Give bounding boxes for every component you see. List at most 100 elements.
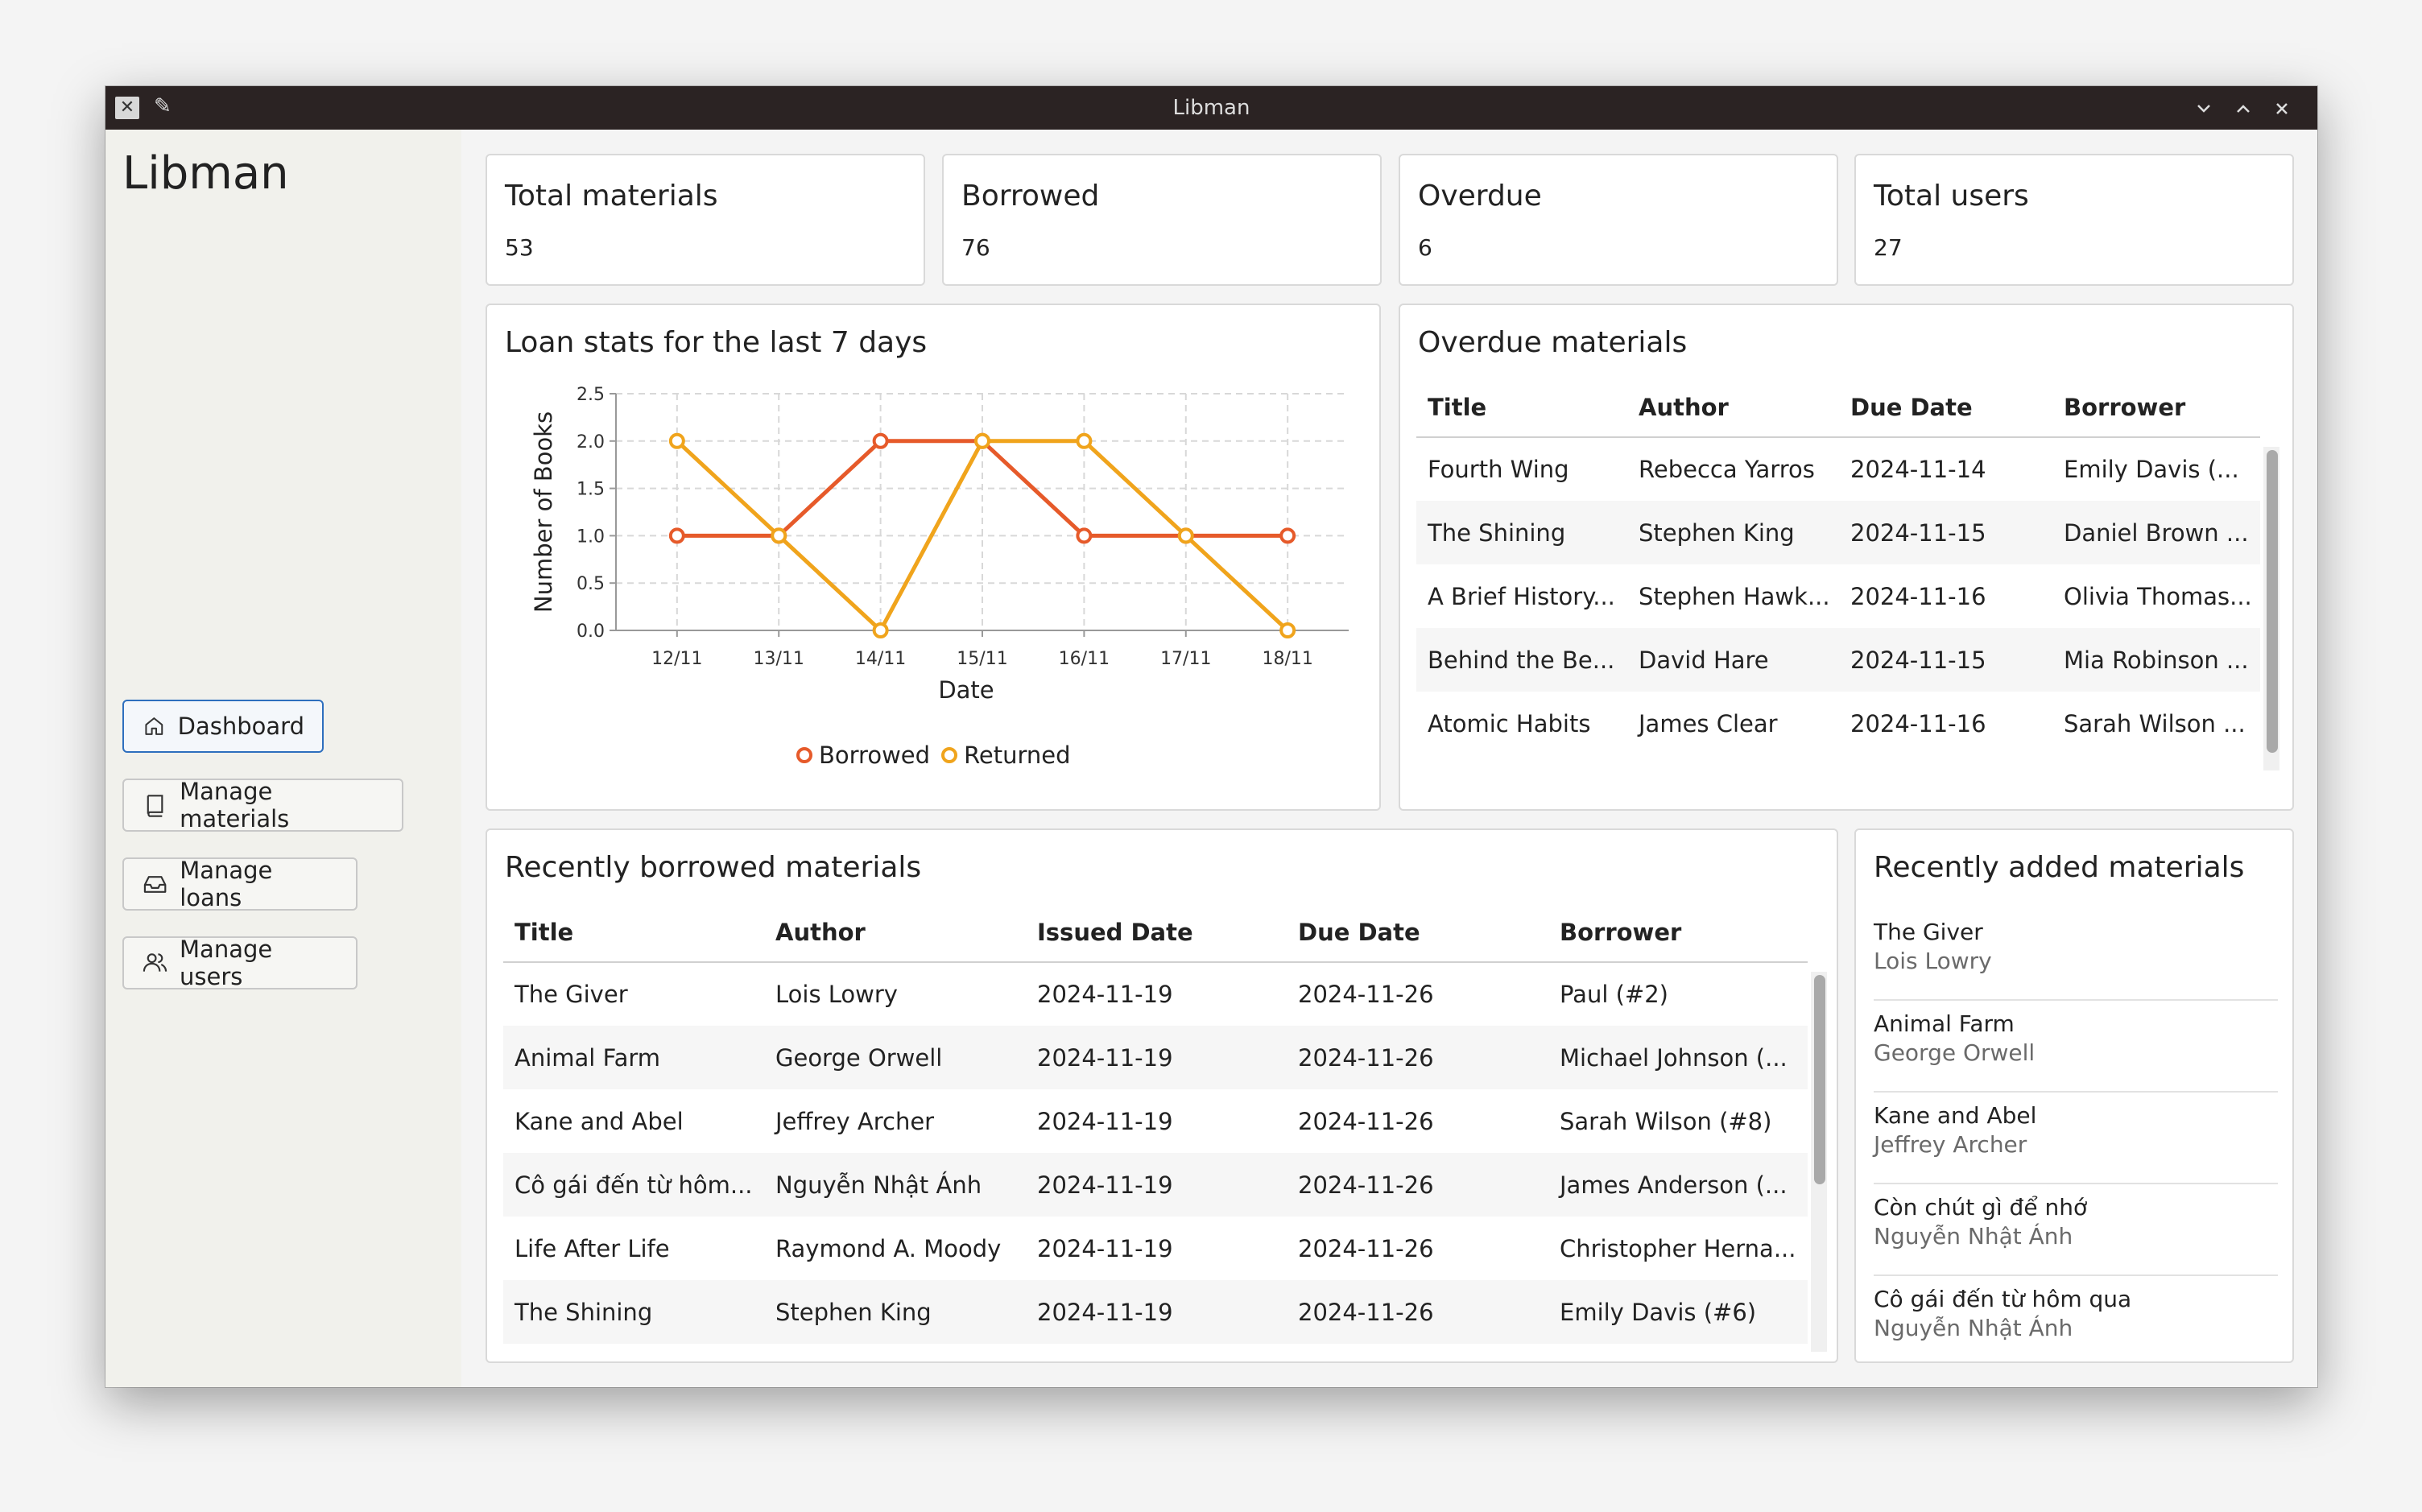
nav-label: Manage users bbox=[180, 936, 273, 990]
x-tick-label: 13/11 bbox=[754, 649, 804, 669]
overdue-cell: 2024-11-15 bbox=[1839, 628, 2052, 692]
stat-label: Total users bbox=[1874, 180, 2029, 213]
added-item-author: Nguyễn Nhật Ánh bbox=[1874, 1315, 2073, 1341]
book-icon bbox=[147, 795, 163, 817]
borrowed-cell: 2024-11-26 bbox=[1287, 1280, 1548, 1344]
nav-manage-materials-button[interactable]: Manage materials bbox=[122, 778, 403, 832]
stat-label: Total materials bbox=[505, 180, 718, 213]
borrowed-cell: 2024-11-19 bbox=[1037, 1107, 1173, 1135]
column-header[interactable]: Title bbox=[503, 903, 764, 963]
stat-value: 76 bbox=[961, 234, 990, 261]
table-row[interactable]: The Giver Lois Lowry 2024-11-19 2024-11-26 P… bbox=[503, 962, 1808, 1026]
data-point-returned bbox=[668, 432, 685, 449]
table-row[interactable]: Behind the Be... David Hare 2024-11-15 Mia … bbox=[1416, 628, 2260, 692]
y-tick-label: 0.0 bbox=[577, 622, 605, 642]
table-row[interactable]: The Shining Stephen King 2024-11-19 2024-11… bbox=[503, 1280, 1808, 1344]
table-row[interactable]: Life After Life Raymond A. Moody 2024-11-1… bbox=[503, 1217, 1808, 1280]
data-point-returned bbox=[974, 432, 990, 449]
overdue-scrollbar-thumb[interactable] bbox=[2267, 450, 2278, 753]
data-point-borrowed bbox=[668, 527, 685, 544]
title-bar: ✕ ✎ Libman bbox=[105, 86, 2317, 130]
borrowed-cell: The Giver bbox=[515, 981, 628, 1008]
recently-borrowed-card: Recently borrowed materials Title Author I… bbox=[486, 828, 1838, 1363]
nav-manage-loans-button[interactable]: Manage loans bbox=[122, 857, 358, 911]
borrowed-cell: 2024-11-19 bbox=[1026, 1153, 1287, 1217]
column-header[interactable]: Borrower bbox=[2052, 378, 2260, 438]
table-row[interactable]: Cô gái đến từ hôm... Nguyễn Nhật Ánh 2024-… bbox=[503, 1153, 1808, 1217]
nav-dashboard-button[interactable]: Dashboard bbox=[122, 700, 324, 753]
x-tick-label: 15/11 bbox=[957, 649, 1007, 669]
overdue-cell: Olivia Thomas... bbox=[2064, 582, 2252, 610]
chart-legend: Borrowed Returned bbox=[796, 742, 1071, 769]
overdue-cell: Stephen Hawk... bbox=[1639, 582, 1830, 610]
table-row[interactable]: Kane and Abel Jeffrey Archer 2024-11-19 202… bbox=[503, 1089, 1808, 1153]
table-header-row: Title Author Issued Date Due Date Borrower bbox=[503, 903, 1808, 963]
borrowed-cell: Michael Johnson (... bbox=[1548, 1026, 1808, 1089]
legend-returned-label: Returned bbox=[964, 742, 1071, 769]
overdue-cell: Stephen King bbox=[1627, 501, 1839, 564]
overdue-cell: A Brief History... bbox=[1428, 582, 1615, 610]
column-header[interactable]: Title bbox=[1416, 378, 1627, 438]
nav-manage-users-button[interactable]: Manage users bbox=[122, 936, 358, 990]
stat-label: Overdue bbox=[1418, 180, 1542, 213]
column-header[interactable]: Due Date bbox=[1839, 378, 2052, 438]
overdue-table-container: Title Author Due Date Borrower Fourth Wing R… bbox=[1416, 378, 2260, 769]
added-item[interactable]: Animal Farm George Orwell bbox=[1874, 1002, 2278, 1093]
overdue-title: Overdue materials bbox=[1418, 326, 1688, 359]
stat-value: 27 bbox=[1874, 234, 1903, 261]
overdue-cell: Atomic Habits bbox=[1428, 709, 1591, 737]
inbox-icon bbox=[143, 876, 167, 893]
added-item[interactable]: Kane and Abel Jeffrey Archer bbox=[1874, 1094, 2278, 1184]
dashboard-content: Total materials 53 Borrowed 76 Overdue 6… bbox=[461, 130, 2317, 1387]
borrowed-cell: 2024-11-26 bbox=[1287, 1026, 1548, 1089]
borrowed-cell: 2024-11-26 bbox=[1298, 1234, 1434, 1262]
overdue-cell: James Clear bbox=[1639, 709, 1778, 737]
recent-borrowed-table-container: Title Author Issued Date Due Date Borrower T… bbox=[503, 903, 1808, 1353]
added-item-author: Jeffrey Archer bbox=[1874, 1131, 2027, 1158]
added-item-author: Lois Lowry bbox=[1874, 948, 1992, 974]
column-header[interactable]: Borrower bbox=[1548, 903, 1808, 963]
added-item-title: The Giver bbox=[1874, 919, 1983, 945]
column-header[interactable]: Due Date bbox=[1287, 903, 1548, 963]
y-tick-label: 2.0 bbox=[577, 432, 605, 452]
added-item[interactable]: Cô gái đến từ hôm qua Nguyễn Nhật Ánh bbox=[1874, 1278, 2278, 1368]
borrowed-cell: 2024-11-19 bbox=[1026, 1280, 1287, 1344]
x-tick-label: 16/11 bbox=[1059, 649, 1110, 669]
stat-card-overdue: Overdue 6 bbox=[1399, 154, 1838, 286]
overdue-cell: Mia Robinson ... bbox=[2052, 628, 2260, 692]
table-row[interactable]: Animal Farm George Orwell 2024-11-19 2024-1… bbox=[503, 1026, 1808, 1089]
column-header[interactable]: Issued Date bbox=[1026, 903, 1287, 963]
data-point-returned bbox=[872, 622, 889, 638]
added-item[interactable]: The Giver Lois Lowry bbox=[1874, 911, 2278, 1001]
x-tick-label: 18/11 bbox=[1262, 649, 1312, 669]
overdue-cell: Emily Davis (... bbox=[2064, 456, 2239, 483]
borrowed-cell: Emily Davis (#6) bbox=[1548, 1280, 1808, 1344]
column-header[interactable]: Author bbox=[1627, 378, 1839, 438]
loan-stats-title: Loan stats for the last 7 days bbox=[505, 326, 928, 359]
added-item[interactable]: Còn chút gì để nhớ Nguyễn Nhật Ánh bbox=[1874, 1186, 2278, 1276]
data-point-borrowed bbox=[872, 432, 889, 449]
table-row[interactable]: A Brief History... Stephen Hawk... 2024-11… bbox=[1416, 564, 2260, 628]
nav-label: Manage materials bbox=[180, 778, 290, 832]
maximize-button[interactable] bbox=[2232, 97, 2255, 120]
data-point-returned bbox=[1177, 527, 1194, 544]
borrowed-cell: George Orwell bbox=[764, 1026, 1026, 1089]
added-item-author: George Orwell bbox=[1874, 1039, 2036, 1066]
legend-returned-marker bbox=[941, 747, 958, 763]
data-point-returned bbox=[1076, 432, 1093, 449]
data-point-returned bbox=[771, 527, 787, 544]
borrowed-cell: Nguyễn Nhật Ánh bbox=[764, 1153, 1026, 1217]
app-window: ✕ ✎ Libman Libman Dashboard Manage mater… bbox=[105, 86, 2317, 1387]
column-header[interactable]: Author bbox=[764, 903, 1026, 963]
minimize-button[interactable] bbox=[2193, 97, 2215, 120]
sidebar: Libman Dashboard Manage materials Manage… bbox=[105, 130, 461, 1387]
data-point-borrowed bbox=[1076, 527, 1093, 544]
table-row[interactable]: Fourth Wing Rebecca Yarros 2024-11-14 Emily… bbox=[1416, 437, 2260, 501]
borrowed-cell: The Shining bbox=[503, 1280, 764, 1344]
table-row[interactable]: The Shining Stephen King 2024-11-15 Daniel … bbox=[1416, 501, 2260, 564]
close-button[interactable] bbox=[2271, 97, 2293, 120]
table-row[interactable]: Atomic Habits James Clear 2024-11-16 Sarah … bbox=[1416, 692, 2260, 755]
borrowed-cell: Raymond A. Moody bbox=[775, 1234, 1002, 1262]
added-item-title: Còn chút gì để nhớ bbox=[1874, 1194, 2088, 1221]
recent-borrowed-scrollbar-thumb[interactable] bbox=[1814, 975, 1825, 1184]
